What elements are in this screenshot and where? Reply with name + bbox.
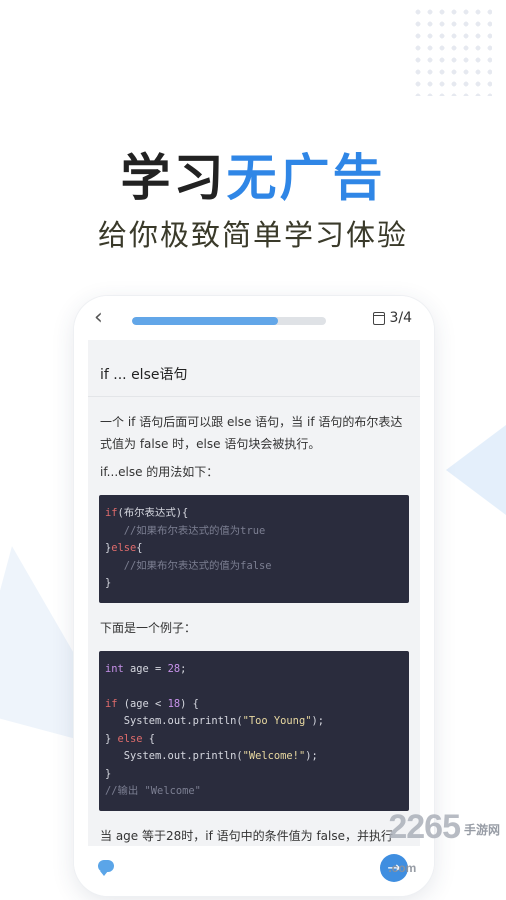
code-text: } bbox=[105, 767, 112, 780]
progress-bar bbox=[132, 317, 326, 325]
chevron-left-icon[interactable]: ‹ bbox=[94, 307, 103, 329]
code-text: System.out.println( bbox=[105, 715, 243, 727]
lesson-content: if ... else语句 一个 if 语句后面可以跟 else 语句，当 if… bbox=[88, 340, 420, 846]
chat-bubble-icon[interactable] bbox=[98, 860, 114, 876]
code-number: 18 bbox=[167, 697, 181, 710]
watermark-domain: .com bbox=[388, 861, 417, 876]
lesson-paragraph: if...else 的用法如下： bbox=[100, 465, 219, 479]
headline-accent: 无广告 bbox=[226, 149, 386, 207]
background-shape-right bbox=[446, 410, 506, 530]
dot-pattern-decoration bbox=[412, 6, 492, 96]
page-label: 3/4 bbox=[389, 310, 412, 326]
code-keyword: if bbox=[105, 507, 118, 519]
lesson-topbar: ‹ 3/4 bbox=[74, 296, 434, 340]
watermark-brand: 2265 bbox=[388, 808, 461, 846]
code-text: (age < bbox=[117, 697, 168, 710]
code-text: ) { bbox=[180, 697, 199, 710]
code-block: if(布尔表达式){ //如果布尔表达式的值为true } else{ //如果布… bbox=[99, 495, 409, 603]
headline-part1: 学习 bbox=[120, 149, 227, 207]
code-text: ; bbox=[180, 662, 187, 675]
code-comment: //如果布尔表达式的值为false bbox=[105, 559, 272, 572]
progress-fill bbox=[132, 317, 278, 325]
code-text: { bbox=[136, 542, 143, 554]
lesson-paragraph: 一个 if 语句后面可以跟 else 语句，当 if 语句的布尔表达式值为 fa… bbox=[100, 415, 403, 451]
lesson-paragraph: 当 age 等于28时，if 语句中的条件值为 false，并执行 else 语… bbox=[100, 828, 393, 843]
code-string: "Welcome!" bbox=[242, 750, 306, 762]
phone-frame: ‹ 3/4 if ... else语句 一个 if 语句后面可以跟 else 语… bbox=[74, 296, 434, 896]
code-text: (布尔表达式){ bbox=[117, 507, 189, 519]
code-string: "Too Young" bbox=[242, 715, 312, 727]
calendar-icon bbox=[373, 311, 386, 325]
code-keyword: else bbox=[111, 542, 137, 554]
code-comment: //输出 "Welcome" bbox=[105, 785, 201, 797]
code-block: int age = 28; if (age < 18) { System.out… bbox=[99, 650, 409, 811]
code-comment: //如果布尔表达式的值为true bbox=[105, 524, 266, 537]
code-text: } bbox=[105, 732, 118, 745]
code-keyword: int bbox=[105, 662, 124, 675]
code-text: { bbox=[142, 732, 156, 745]
promo-subhead: 给你极致简单学习体验 bbox=[97, 218, 408, 252]
lesson-bottombar: → bbox=[74, 846, 434, 896]
page-indicator[interactable]: 3/4 bbox=[373, 310, 412, 326]
code-text: ); bbox=[305, 750, 318, 762]
code-text: } bbox=[105, 577, 112, 589]
watermark-logo: 2265 手游网 .com bbox=[388, 808, 500, 886]
code-keyword: if bbox=[105, 697, 118, 710]
code-text: age = bbox=[123, 662, 168, 675]
watermark-cn: 手游网 bbox=[463, 822, 500, 837]
code-text: ); bbox=[311, 715, 324, 727]
code-number: 28 bbox=[167, 662, 181, 675]
lesson-title: if ... else语句 bbox=[88, 340, 420, 397]
code-keyword: else bbox=[117, 732, 143, 745]
lesson-paragraph: 下面是一个例子： bbox=[100, 620, 197, 635]
promo-headline: 学习无广告 bbox=[0, 138, 506, 210]
code-text: System.out.println( bbox=[105, 750, 243, 762]
